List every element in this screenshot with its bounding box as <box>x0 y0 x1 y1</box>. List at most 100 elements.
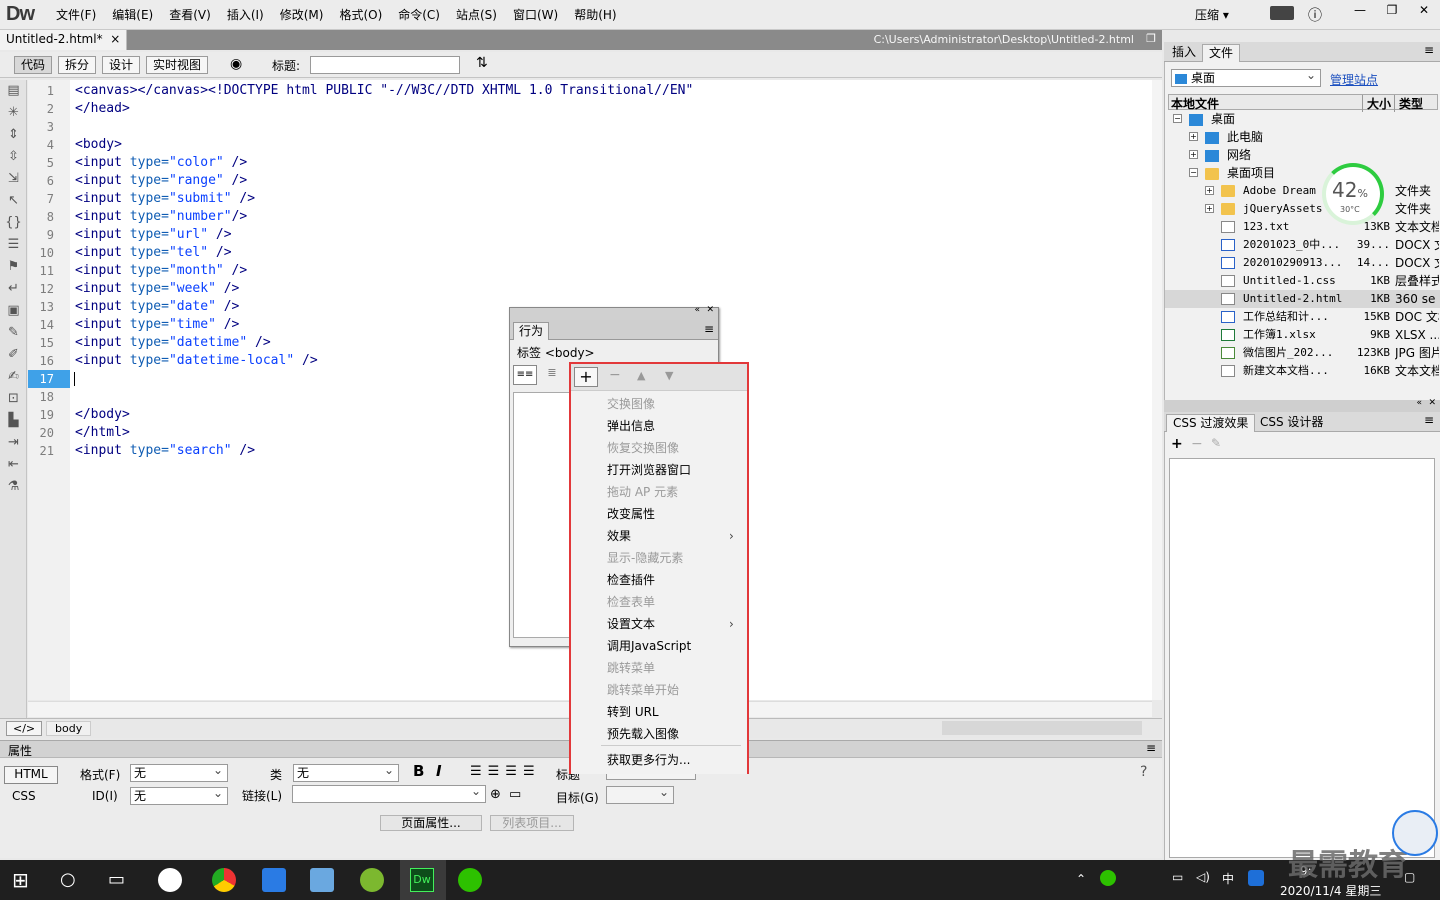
word-wrap-icon[interactable]: ↵ <box>0 278 27 300</box>
file-tree-item[interactable]: 桌面 <box>1189 110 1235 128</box>
menu-item-0[interactable]: 文件(F) <box>48 6 104 24</box>
list-buttons[interactable]: ☰☰☰☰ <box>470 764 541 779</box>
live-view-button[interactable]: 实时视图 <box>146 56 209 74</box>
balance-braces-icon[interactable]: {} <box>0 212 27 234</box>
behavior-menu-item[interactable]: 跳转菜单开始 <box>607 679 679 701</box>
file-management-icon[interactable]: ⇅ <box>476 55 488 71</box>
expand-all-icon[interactable]: ⇲ <box>0 168 27 190</box>
menu-item-7[interactable]: 站点(S) <box>448 6 505 24</box>
syntax-error-icon[interactable]: ▣ <box>0 300 27 322</box>
menu-item-3[interactable]: 插入(I) <box>219 6 272 24</box>
behavior-menu-item[interactable]: 弹出信息 <box>607 415 655 437</box>
search-icon[interactable]: ○ <box>60 868 84 892</box>
wechat-icon[interactable] <box>458 868 482 892</box>
behavior-menu-item[interactable]: 检查插件 <box>607 569 655 591</box>
restore-button[interactable]: ❐ <box>1376 0 1408 20</box>
behavior-menu-item[interactable]: 恢复交换图像 <box>607 437 679 459</box>
wrap-tag-icon[interactable]: ✍ <box>0 366 27 388</box>
expand-toggle-icon[interactable]: + <box>1205 204 1214 213</box>
split-view-button[interactable]: 拆分 <box>58 56 97 74</box>
clock-date[interactable]: 2020/11/4 星期三 <box>1280 882 1381 899</box>
expand-toggle-icon[interactable]: + <box>1189 132 1198 141</box>
expand-toggle-icon[interactable]: − <box>1173 114 1182 123</box>
close-icon[interactable]: ✕ <box>706 305 714 315</box>
behavior-menu-item[interactable]: 获取更多行为... <box>607 749 690 771</box>
indent-icon[interactable]: ⇥ <box>0 432 27 454</box>
close-window-button[interactable]: ✕ <box>1408 0 1440 20</box>
expand-toggle-icon[interactable]: + <box>1189 150 1198 159</box>
panel-menu-icon[interactable]: ≡ <box>1424 43 1434 57</box>
expand-toggle-icon[interactable]: + <box>1205 186 1214 195</box>
file-tree-item[interactable]: 123.txt <box>1221 218 1289 236</box>
move-down-icon[interactable]: ▼ <box>665 369 673 382</box>
tab-untitled-2[interactable]: Untitled-2.html* × <box>0 30 128 50</box>
remove-comment-icon[interactable]: ✐ <box>0 344 27 366</box>
format-source-icon[interactable]: ⚗ <box>0 476 27 498</box>
show-all-events-icon[interactable]: ≣ <box>542 366 562 384</box>
file-tree-item[interactable]: Adobe Dream <box>1221 182 1316 200</box>
design-view-button[interactable]: 设计 <box>102 56 141 74</box>
id-select[interactable]: 无 <box>130 785 228 805</box>
collapse-icon[interactable]: « <box>1416 398 1422 408</box>
file-tree-item[interactable]: 工作总结和计... <box>1221 308 1329 326</box>
dreamweaver-taskbar-button[interactable]: Dw <box>400 860 446 900</box>
tab-insert[interactable]: 插入 <box>1166 44 1202 62</box>
windows-start-icon[interactable]: ⊞ <box>12 868 36 892</box>
class-select[interactable]: 无 <box>293 762 399 782</box>
collapse-tag-icon[interactable]: ⇕ <box>0 124 27 146</box>
remove-behavior-button[interactable]: − <box>609 367 621 383</box>
behavior-menu-item[interactable]: 调用JavaScript <box>607 635 691 657</box>
close-icon[interactable]: ✕ <box>1428 398 1436 408</box>
behavior-menu-item[interactable]: 打开浏览器窗口 <box>607 459 691 481</box>
sync-icon[interactable] <box>1270 6 1294 20</box>
html-mode-button[interactable]: HTML <box>4 766 58 784</box>
move-up-icon[interactable]: ▲ <box>637 369 645 382</box>
behavior-menu-item[interactable]: 预先载入图像 <box>607 723 679 745</box>
chevron-up-icon[interactable]: ⌃ <box>1076 872 1086 886</box>
behavior-menu-item[interactable]: 设置文本 › <box>607 613 734 635</box>
file-tree-item[interactable]: 工作簿1.xlsx <box>1221 326 1316 344</box>
file-tree-item[interactable]: Untitled-1.css <box>1221 272 1336 290</box>
menu-item-5[interactable]: 格式(O) <box>331 6 390 24</box>
bold-button[interactable]: B <box>413 762 424 780</box>
add-behavior-button[interactable]: + <box>574 367 598 387</box>
wps-icon[interactable] <box>262 868 286 892</box>
select-parent-tag-icon[interactable]: ↖ <box>0 190 27 212</box>
behavior-menu-item[interactable]: 改变属性 <box>607 503 655 525</box>
outdent-icon[interactable]: ⇤ <box>0 454 27 476</box>
show-set-events-icon[interactable]: ≡≡ <box>513 365 537 385</box>
site-select[interactable]: 桌面 <box>1171 67 1321 87</box>
target-select[interactable] <box>606 784 674 804</box>
panel-menu-icon[interactable]: ≡ <box>1424 413 1434 427</box>
add-transition-button[interactable]: + <box>1171 436 1183 452</box>
file-tree-item[interactable]: 20201023_0中... <box>1221 236 1340 254</box>
file-tree-item[interactable]: Untitled-2.html <box>1221 290 1342 308</box>
recent-snippets-icon[interactable]: ⊡ <box>0 388 27 410</box>
italic-button[interactable]: I <box>436 762 442 780</box>
chrome-icon[interactable] <box>212 868 236 892</box>
menu-item-1[interactable]: 编辑(E) <box>104 6 161 24</box>
restore-doc-icon[interactable]: ❐ <box>1146 32 1156 45</box>
info-icon[interactable]: ⓘ <box>1308 5 1322 25</box>
panel-menu-icon[interactable]: ≡ <box>704 322 714 336</box>
tag-selector-body[interactable]: body <box>46 721 92 736</box>
volume-icon[interactable]: ◁) <box>1196 870 1210 884</box>
open-documents-icon[interactable]: ▤ <box>0 80 27 102</box>
file-tree-item[interactable]: 网络 <box>1205 146 1251 164</box>
task-view-icon[interactable]: ▭ <box>108 868 132 892</box>
link-input[interactable] <box>292 783 486 803</box>
behavior-menu-item[interactable]: 检查表单 <box>607 591 655 613</box>
file-tree-item[interactable]: 桌面项目 <box>1205 164 1275 182</box>
qq-icon[interactable] <box>1248 870 1264 886</box>
notepad-icon[interactable] <box>310 868 334 892</box>
expand-toggle-icon[interactable]: − <box>1189 168 1198 177</box>
file-tree-item[interactable]: 此电脑 <box>1205 128 1263 146</box>
globe-icon[interactable]: ◉ <box>230 56 242 72</box>
help-icon[interactable]: ? <box>1140 764 1147 780</box>
network-icon[interactable]: ▭ <box>1172 870 1183 884</box>
highlight-invalid-icon[interactable]: ⚑ <box>0 256 27 278</box>
move-css-icon[interactable]: ▙ <box>0 410 27 432</box>
code-icon[interactable]: </> <box>6 721 43 736</box>
edit-pencil-icon[interactable]: ✎ <box>1211 436 1221 450</box>
collapse-selection-icon[interactable]: ⇳ <box>0 146 27 168</box>
